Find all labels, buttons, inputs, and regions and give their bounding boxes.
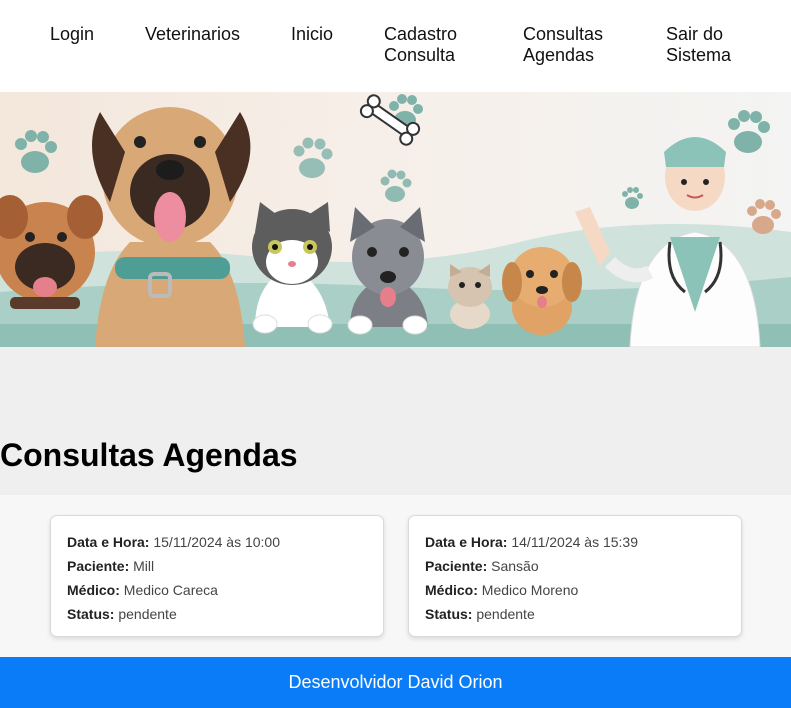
status-value: pendente xyxy=(476,606,535,622)
status-label: Status: xyxy=(425,606,473,622)
status-label: Status: xyxy=(67,606,115,622)
patient-label: Paciente: xyxy=(67,558,130,574)
nav-consultas-agendas-link[interactable]: Consultas Agendas xyxy=(523,24,619,66)
nav-veterinarios-link[interactable]: Veterinarios xyxy=(145,24,255,45)
appointment-doctor-row: Médico: Medico Moreno xyxy=(425,578,725,602)
datetime-label: Data e Hora: xyxy=(425,534,508,550)
nav-login-link[interactable]: Login xyxy=(50,24,130,45)
appointments-list: Data e Hora: 15/11/2024 às 10:00 Pacient… xyxy=(0,495,791,657)
hero-banner-image xyxy=(0,92,791,347)
nav-sair-link[interactable]: Sair do Sistema xyxy=(666,24,756,66)
patient-value: Sansão xyxy=(491,558,539,574)
cat-illustration xyxy=(252,202,333,334)
nav-inicio-link[interactable]: Inicio xyxy=(291,24,351,45)
datetime-label: Data e Hora: xyxy=(67,534,150,550)
appointment-datetime-row: Data e Hora: 15/11/2024 às 10:00 xyxy=(67,530,367,554)
doctor-value: Medico Careca xyxy=(123,582,218,598)
patient-value: Mill xyxy=(133,558,155,574)
appointment-patient-row: Paciente: Mill xyxy=(67,554,367,578)
appointment-card: Data e Hora: 14/11/2024 às 15:39 Pacient… xyxy=(408,515,742,637)
nav-cadastro-consulta-link[interactable]: Cadastro Consulta xyxy=(384,24,480,66)
appointment-status-row: Status: pendente xyxy=(67,602,367,626)
doctor-value: Medico Moreno xyxy=(481,582,579,598)
doctor-label: Médico: xyxy=(425,582,478,598)
page-title: Consultas Agendas xyxy=(0,437,298,473)
status-value: pendente xyxy=(118,606,177,622)
appointment-status-row: Status: pendente xyxy=(425,602,725,626)
appointment-datetime-row: Data e Hora: 14/11/2024 às 15:39 xyxy=(425,530,725,554)
top-navbar: Login Veterinarios Inicio Cadastro Consu… xyxy=(0,0,791,92)
footer: Desenvolvidor David Orion xyxy=(0,657,791,708)
appointment-card: Data e Hora: 15/11/2024 às 10:00 Pacient… xyxy=(50,515,384,637)
datetime-value: 15/11/2024 às 10:00 xyxy=(153,534,280,550)
footer-credit-text: Desenvolvidor David Orion xyxy=(288,672,503,692)
datetime-value: 14/11/2024 às 15:39 xyxy=(511,534,638,550)
appointment-doctor-row: Médico: Medico Careca xyxy=(67,578,367,602)
appointment-patient-row: Paciente: Sansão xyxy=(425,554,725,578)
kitten-illustration xyxy=(448,264,492,329)
patient-label: Paciente: xyxy=(425,558,488,574)
grey-dog-illustration xyxy=(347,207,428,335)
doctor-label: Médico: xyxy=(67,582,120,598)
